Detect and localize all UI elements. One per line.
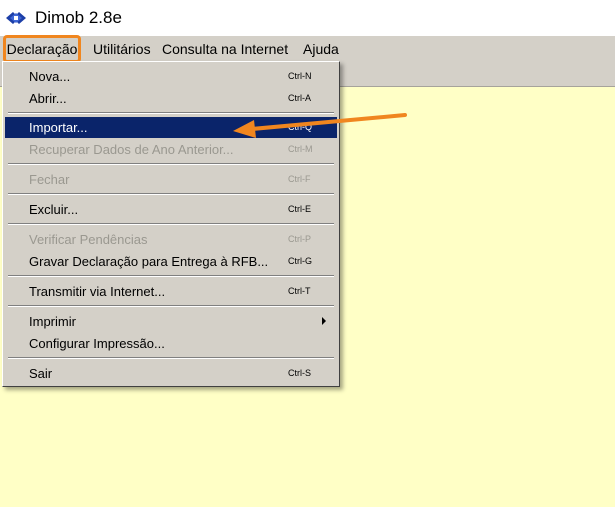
declaracao-dropdown-menu: Nova... Ctrl-N Abrir... Ctrl-A Importar.… (2, 61, 340, 387)
menu-item-shortcut: Ctrl-P (288, 234, 311, 244)
menu-item-label: Recuperar Dados de Ano Anterior... (29, 142, 234, 157)
menu-separator (8, 223, 334, 225)
menu-item-recuperar-dados[interactable]: Recuperar Dados de Ano Anterior... Ctrl-… (5, 139, 337, 160)
title-bar: Dimob 2.8e (0, 0, 615, 36)
menu-item-shortcut: Ctrl-F (288, 174, 311, 184)
menu-consulta-internet[interactable]: Consulta na Internet (162, 36, 288, 62)
menu-item-label: Imprimir (29, 314, 76, 329)
menu-separator (8, 305, 334, 307)
menu-utilitarios[interactable]: Utilitários (93, 36, 151, 62)
menu-item-verificar-pendencias[interactable]: Verificar Pendências Ctrl-P (5, 229, 337, 250)
menu-item-label: Excluir... (29, 202, 79, 217)
menu-item-label: Configurar Impressão... (29, 336, 165, 351)
menu-item-shortcut: Ctrl-M (288, 144, 313, 154)
menu-item-importar[interactable]: Importar... Ctrl-Q (5, 117, 337, 138)
menu-separator (8, 193, 334, 195)
menu-item-sair[interactable]: Sair Ctrl-S (5, 363, 337, 384)
menu-item-shortcut: Ctrl-E (288, 204, 311, 214)
menu-item-configurar-impressao[interactable]: Configurar Impressão... (5, 333, 337, 354)
menu-item-fechar[interactable]: Fechar Ctrl-F (5, 169, 337, 190)
menu-item-label: Transmitir via Internet... (29, 284, 166, 299)
menu-item-label: Gravar Declaração para Entrega à RFB... (29, 254, 269, 269)
menu-item-label: Nova... (29, 69, 71, 84)
menu-item-label: Fechar (29, 172, 70, 187)
menu-item-gravar-declaracao[interactable]: Gravar Declaração para Entrega à RFB... … (5, 251, 337, 272)
menu-item-label: Abrir... (29, 91, 67, 106)
menu-separator (8, 112, 334, 114)
menu-item-shortcut: Ctrl-Q (288, 122, 312, 132)
menu-item-shortcut: Ctrl-T (288, 286, 311, 296)
menu-item-nova[interactable]: Nova... Ctrl-N (5, 66, 337, 87)
submenu-arrow-icon (322, 317, 326, 325)
menu-item-excluir[interactable]: Excluir... Ctrl-E (5, 199, 337, 220)
menu-separator (8, 275, 334, 277)
dimob-logo-icon (6, 12, 26, 24)
menu-separator (8, 357, 334, 359)
menu-item-imprimir[interactable]: Imprimir (5, 311, 337, 332)
window-title: Dimob 2.8e (35, 8, 122, 27)
menu-item-shortcut: Ctrl-N (288, 71, 312, 81)
menu-item-abrir[interactable]: Abrir... Ctrl-A (5, 88, 337, 109)
menu-item-label: Verificar Pendências (29, 232, 148, 247)
menu-ajuda[interactable]: Ajuda (303, 36, 339, 62)
menu-item-label: Importar... (29, 120, 88, 135)
menu-item-label: Sair (29, 366, 53, 381)
menu-declaracao[interactable]: Declaração (3, 35, 81, 63)
menu-item-transmitir[interactable]: Transmitir via Internet... Ctrl-T (5, 281, 337, 302)
menu-item-shortcut: Ctrl-G (288, 256, 312, 266)
menu-separator (8, 163, 334, 165)
menu-bar: Declaração Utilitários Consulta na Inter… (0, 35, 615, 63)
menu-item-shortcut: Ctrl-A (288, 93, 311, 103)
menu-item-shortcut: Ctrl-S (288, 368, 311, 378)
